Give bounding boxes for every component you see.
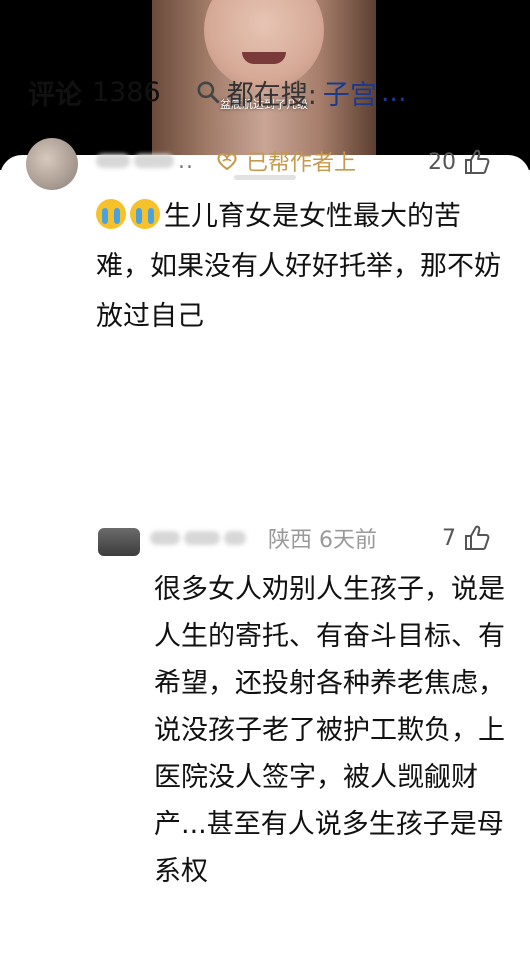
like-count: 20 (428, 149, 456, 175)
search-icon[interactable] (195, 79, 221, 105)
like-button[interactable]: 7 (442, 522, 492, 554)
comments-title: 评论 (28, 79, 82, 111)
badge-label: 已帮作者上 (246, 151, 357, 176)
like-button[interactable]: 20 (428, 146, 492, 178)
avatar[interactable] (26, 138, 78, 190)
blurred-name-part (150, 531, 180, 545)
blurred-name-part (96, 154, 130, 168)
search-label[interactable]: 都在搜: (227, 73, 317, 112)
crying-face-emoji-icon (130, 199, 160, 229)
comments-count: 1386 (92, 76, 161, 108)
thumbs-up-icon (465, 149, 490, 174)
heart-outline-icon (217, 153, 237, 171)
username-blurred[interactable]: .. (96, 148, 200, 174)
search-term-link[interactable]: 子宫 (323, 73, 377, 112)
comment-text: 生儿育女是女性最大的苦难，如果没有人好好托举，那不妨放过自己 (96, 192, 506, 342)
blurred-name-part (134, 154, 174, 168)
username-blurred[interactable] (150, 524, 258, 552)
like-count: 7 (442, 525, 456, 551)
blurred-name-part (184, 531, 220, 545)
comment-body: 很多女人劝别人生孩子，说是人生的寄托、有奋斗目标、有希望，还投射各种养老焦虑，说… (154, 574, 505, 887)
person-mouth-image (242, 52, 286, 64)
avatar[interactable] (98, 528, 140, 556)
crying-face-emoji-icon (96, 199, 126, 229)
author-badge: 已帮作者上 (214, 145, 356, 177)
comments-header: 评论 1386 都在搜: 子宫 ... (28, 72, 407, 112)
blurred-name-part (224, 531, 246, 545)
search-ellipsis[interactable]: ... (381, 77, 407, 108)
username-ellipsis: .. (178, 148, 194, 174)
location-time: 陕西 6天前 (268, 528, 377, 553)
thumbs-up-icon (465, 525, 490, 550)
